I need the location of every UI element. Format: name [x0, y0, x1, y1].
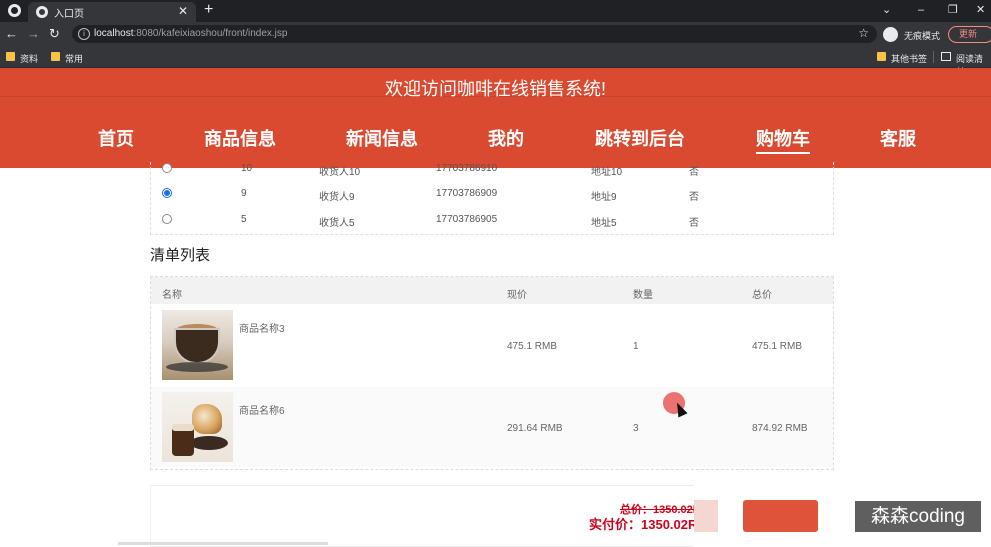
bookmarks-bar: 资料 常用 其他书签 阅读清单 [0, 46, 991, 77]
update-button[interactable]: 更新 [948, 26, 991, 43]
folder-icon [877, 52, 886, 61]
col-name: 名称 [162, 290, 182, 301]
footer-text [118, 542, 328, 545]
address-bar[interactable]: i localhost:8080/kafeixiaoshou/front/ind… [72, 25, 877, 43]
col-qty: 数量 [633, 290, 653, 301]
address-radio-selected[interactable] [162, 188, 172, 198]
welcome-banner: 欢迎访问咖啡在线销售系统! [385, 79, 606, 99]
incognito-icon [883, 27, 898, 42]
actual-payment: 实付价：1350.02R [589, 517, 698, 532]
product-total: 475.1 RMB [752, 341, 803, 352]
nav-cart[interactable]: 购物车 [756, 125, 810, 151]
order-list-table: 名称 现价 数量 总价 商品名称3 475.1 RMB 1 475.1 RMB … [150, 276, 834, 470]
product-name[interactable]: 商品名称3 [239, 320, 285, 335]
product-image[interactable] [162, 392, 233, 462]
product-qty: 3 [633, 423, 639, 434]
back-icon[interactable]: ← [5, 25, 18, 43]
product-qty: 1 [633, 341, 639, 352]
browser-toolbar: ← → ↻ i localhost:8080/kafeixiaoshou/fro… [0, 22, 991, 46]
product-price: 291.64 RMB [507, 423, 563, 434]
bookmark-separator [933, 51, 934, 63]
address-list: 10 收货人10 17703786910 地址10 否 9 收货人9 17703… [150, 162, 834, 235]
product-total: 874.92 RMB [752, 423, 808, 434]
reading-list-icon [941, 52, 951, 61]
incognito-label: 无痕模式 [904, 31, 941, 41]
site-header: 欢迎访问咖啡在线销售系统! 首页 商品信息 新闻信息 我的 跳转到后台 购物车 … [0, 68, 991, 168]
order-item-row[interactable]: 商品名称3 475.1 RMB 1 475.1 RMB [151, 305, 833, 385]
info-icon[interactable]: i [78, 28, 90, 40]
product-image[interactable] [162, 310, 233, 380]
tab-title: 入口页 [54, 9, 84, 20]
nav-mine[interactable]: 我的 [488, 125, 524, 151]
order-item-row[interactable]: 商品名称6 291.64 RMB 3 874.92 RMB [151, 387, 833, 467]
address-row[interactable]: 10 收货人10 17703786910 地址10 否 [151, 162, 833, 181]
url-text: localhost:8080/kafeixiaoshou/front/index… [94, 28, 288, 39]
col-total: 总价 [752, 290, 772, 301]
nav-products[interactable]: 商品信息 [204, 125, 276, 151]
maximize-button[interactable]: ❐ [948, 2, 958, 18]
nav-news[interactable]: 新闻信息 [346, 125, 418, 151]
nav-home[interactable]: 首页 [98, 125, 134, 151]
header-divider [0, 96, 991, 97]
tab-close-icon[interactable]: ✕ [178, 4, 188, 18]
secondary-button[interactable] [694, 500, 718, 532]
browser-tab[interactable]: 入口页 ✕ [28, 2, 196, 22]
address-radio[interactable] [162, 214, 172, 224]
bookmark-folder-changyong[interactable]: 常用 [65, 52, 83, 65]
nav-backend[interactable]: 跳转到后台 [595, 125, 685, 151]
order-list-title: 清单列表 [150, 247, 211, 264]
pay-button[interactable] [743, 500, 818, 532]
folder-icon [51, 52, 60, 61]
col-price: 现价 [507, 290, 527, 301]
bookmark-folder-ziliao[interactable]: 资料 [20, 52, 38, 65]
bookmark-other[interactable]: 其他书签 [891, 52, 927, 65]
minimize-button[interactable]: – [918, 2, 924, 18]
forward-icon[interactable]: → [27, 25, 40, 43]
address-row[interactable]: 5 收货人5 17703786905 地址5 否 [151, 206, 833, 232]
close-window-button[interactable]: ✕ [976, 2, 985, 18]
reload-icon[interactable]: ↻ [49, 25, 60, 43]
browser-menu-icon[interactable] [8, 4, 21, 17]
product-price: 475.1 RMB [507, 341, 558, 352]
tab-search-icon[interactable]: ⌄ [882, 2, 891, 18]
product-name[interactable]: 商品名称6 [239, 402, 285, 417]
watermark-label: 森森coding [855, 501, 981, 532]
bookmark-star-icon[interactable]: ☆ [858, 26, 869, 40]
tab-favicon-icon [36, 6, 48, 18]
new-tab-button[interactable]: + [204, 1, 213, 19]
nav-active-indicator [756, 152, 810, 154]
nav-service[interactable]: 客服 [880, 125, 916, 151]
folder-icon [6, 52, 15, 61]
browser-tab-strip: 入口页 ✕ + ⌄ – ❐ ✕ [0, 0, 991, 22]
address-radio[interactable] [162, 163, 172, 173]
order-list-header: 名称 现价 数量 总价 [151, 277, 833, 304]
address-row[interactable]: 9 收货人9 17703786909 地址9 否 [151, 180, 833, 206]
